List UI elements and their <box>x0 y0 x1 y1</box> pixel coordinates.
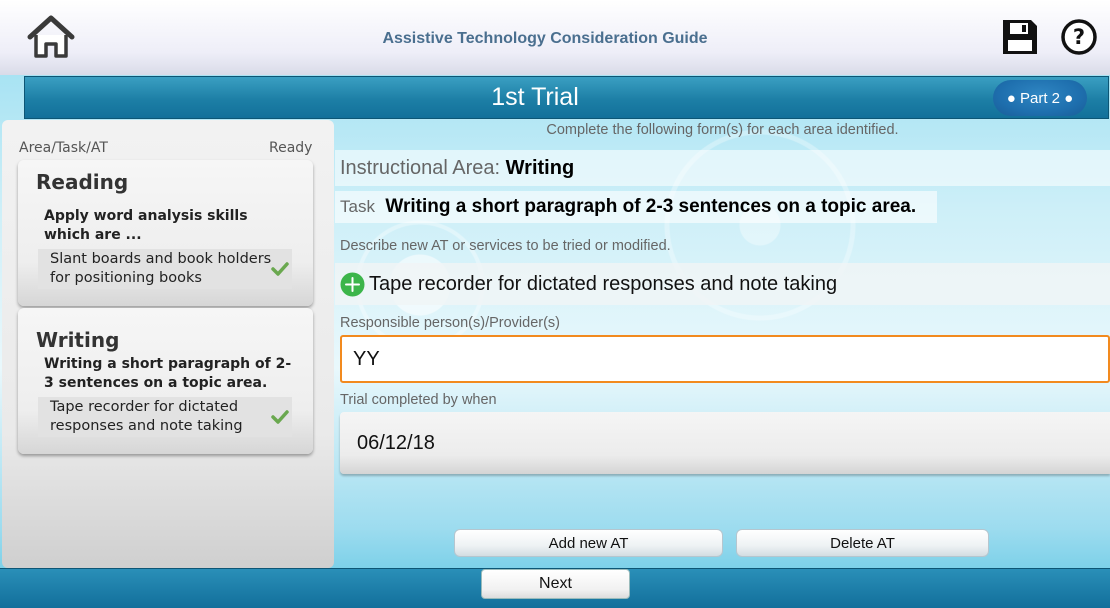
trial-completed-date-field[interactable]: 06/12/18 <box>340 412 1110 474</box>
checkmark-icon <box>271 262 289 276</box>
instructions-text: Complete the following form(s) for each … <box>546 122 899 138</box>
delete-at-button[interactable]: Delete AT <box>736 529 989 557</box>
instructional-area-row: Instructional Area: Writing <box>335 150 1110 186</box>
sidebar-card-reading[interactable]: Reading Apply word analysis skills which… <box>18 160 313 306</box>
svg-text:?: ? <box>1073 25 1085 49</box>
card-task: Writing a short paragraph of 2-3 sentenc… <box>44 356 292 391</box>
trial-title-bar: 1st Trial ● Part 2 ● <box>24 76 1109 119</box>
add-new-at-button[interactable]: Add new AT <box>454 529 723 557</box>
task-label: Task <box>340 197 375 216</box>
sidebar-header-ready: Ready <box>269 140 313 156</box>
app-title: Assistive Technology Consideration Guide <box>382 30 708 47</box>
sidebar: Area/Task/AT Ready Reading Apply word an… <box>2 120 334 568</box>
card-area-title: Writing <box>36 328 120 352</box>
describe-at-label: Describe new AT or services to be tried … <box>340 238 671 254</box>
responsible-person-input[interactable]: YY <box>340 335 1110 383</box>
trial-title: 1st Trial <box>491 83 579 111</box>
card-task: Apply word analysis skills which are ... <box>44 208 248 243</box>
checkmark-icon <box>271 410 289 424</box>
question-mark-icon[interactable]: ? <box>1060 18 1098 56</box>
card-at-text: Slant boards and book holders for positi… <box>50 251 272 286</box>
sidebar-card-writing[interactable]: Writing Writing a short paragraph of 2-3… <box>18 308 313 454</box>
card-area-title: Reading <box>36 170 129 194</box>
card-at: Tape recorder for dictated responses and… <box>38 397 292 437</box>
next-button[interactable]: Next <box>481 569 630 599</box>
task-row: Task Writing a short paragraph of 2-3 se… <box>335 191 937 223</box>
add-plus-icon[interactable] <box>340 272 365 297</box>
card-at: Slant boards and book holders for positi… <box>38 249 292 289</box>
task-value: Writing a short paragraph of 2-3 sentenc… <box>385 196 917 217</box>
top-bar: Assistive Technology Consideration Guide… <box>0 0 1110 75</box>
at-item-text: Tape recorder for dictated responses and… <box>369 273 838 295</box>
at-item-row[interactable]: Tape recorder for dictated responses and… <box>335 263 1110 305</box>
card-at-text: Tape recorder for dictated responses and… <box>50 399 243 434</box>
trial-completed-label: Trial completed by when <box>340 392 497 408</box>
instructional-area-value: Writing <box>505 157 575 179</box>
floppy-disk-icon[interactable] <box>1000 17 1040 57</box>
instructional-area-label: Instructional Area: <box>340 157 501 179</box>
part-2-button[interactable]: ● Part 2 ● <box>993 80 1087 116</box>
sidebar-header-area: Area/Task/AT <box>19 140 108 156</box>
responsible-person-label: Responsible person(s)/Provider(s) <box>340 315 560 331</box>
